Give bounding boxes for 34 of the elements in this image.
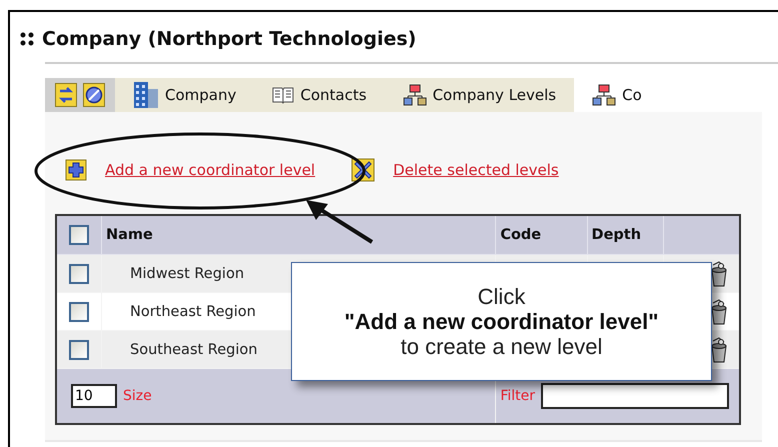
building-icon bbox=[133, 81, 159, 109]
level-name: Northeast Region bbox=[129, 304, 256, 320]
add-link[interactable]: Add a new coordinator level bbox=[105, 161, 316, 179]
delete-link[interactable]: Delete selected levels bbox=[393, 161, 559, 179]
drag-handle-icon bbox=[20, 32, 34, 46]
callout-emphasis: "Add a new coordinator level" bbox=[344, 308, 659, 334]
row-checkbox[interactable] bbox=[69, 340, 89, 360]
level-name: Southeast Region bbox=[129, 342, 258, 358]
column-header: Name bbox=[106, 227, 153, 243]
prohibited-icon bbox=[85, 86, 103, 104]
column-header: Code bbox=[500, 227, 542, 243]
row-checkbox[interactable] bbox=[69, 302, 89, 322]
callout-text: to create a new level bbox=[400, 334, 602, 360]
select-all-checkbox[interactable] bbox=[69, 225, 89, 245]
plus-icon[interactable] bbox=[65, 159, 87, 181]
level-name: Midwest Region bbox=[129, 266, 244, 282]
book-icon bbox=[272, 86, 294, 104]
trash-icon[interactable] bbox=[709, 336, 729, 362]
trash-icon[interactable] bbox=[709, 260, 729, 286]
hierarchy-icon bbox=[592, 84, 616, 106]
trash-icon[interactable] bbox=[709, 298, 729, 324]
swap-button[interactable] bbox=[55, 83, 77, 107]
filter-label: Filter bbox=[500, 388, 535, 404]
page-title: Company (Northport Technologies) bbox=[42, 28, 416, 50]
callout-text: Click bbox=[478, 284, 526, 309]
hierarchy-icon bbox=[402, 84, 427, 106]
filter-field[interactable] bbox=[541, 383, 729, 409]
cancel-button[interactable] bbox=[83, 83, 105, 107]
tab[interactable]: Co bbox=[574, 78, 778, 112]
swap-arrows-icon bbox=[58, 86, 74, 104]
size-label: Size bbox=[123, 388, 152, 404]
column-header: Depth bbox=[592, 227, 642, 243]
page-size-field[interactable]: 10 bbox=[71, 384, 117, 408]
row-checkbox[interactable] bbox=[69, 264, 89, 284]
